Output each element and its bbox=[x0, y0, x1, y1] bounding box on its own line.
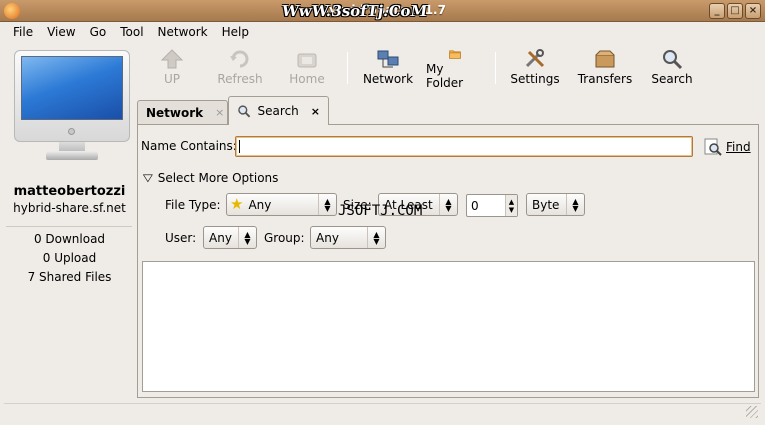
tab-search[interactable]: Search × bbox=[228, 96, 329, 125]
group-value: Any bbox=[316, 230, 339, 245]
user-label: User: bbox=[165, 231, 197, 245]
settings-label: Settings bbox=[510, 72, 560, 86]
size-value-spinner[interactable]: 0 ▲ ▼ bbox=[466, 194, 518, 217]
menu-network[interactable]: Network bbox=[151, 25, 215, 39]
toolbar: UP Refresh Home Network My Folder Settin… bbox=[140, 44, 760, 92]
home-icon bbox=[297, 53, 317, 68]
find-icon bbox=[704, 138, 722, 156]
transfers-button[interactable]: Transfers bbox=[574, 44, 636, 90]
combo-arrows-icon: ▲ ▼ bbox=[238, 227, 256, 248]
my-folder-label: My Folder bbox=[426, 62, 464, 90]
download-count: 0 Download bbox=[33, 232, 106, 246]
divider bbox=[6, 226, 132, 227]
user-value: Any bbox=[209, 230, 232, 245]
refresh-icon bbox=[230, 50, 249, 68]
find-button[interactable]: Find bbox=[703, 135, 753, 158]
name-contains-input[interactable] bbox=[235, 136, 693, 157]
tab-bar: Network × Search × bbox=[137, 96, 757, 125]
file-type-select[interactable]: ★ Any ▲ ▼ bbox=[226, 193, 337, 216]
group-select[interactable]: Any ▲ ▼ bbox=[310, 226, 386, 249]
up-arrow-icon bbox=[160, 49, 184, 69]
combo-arrows-icon: ▲ ▼ bbox=[318, 194, 336, 215]
menu-view[interactable]: View bbox=[40, 25, 82, 39]
tab-search-close-icon[interactable]: × bbox=[311, 105, 320, 118]
transfers-label: Transfers bbox=[577, 72, 633, 86]
spinner-arrows-icon[interactable]: ▲ ▼ bbox=[505, 195, 517, 216]
star-icon: ★ bbox=[230, 195, 244, 213]
search-tab-icon bbox=[238, 105, 251, 118]
network-label: Network bbox=[362, 72, 414, 86]
up-button[interactable]: UP bbox=[154, 44, 190, 90]
status-bar bbox=[4, 403, 761, 421]
file-type-label: File Type: bbox=[165, 198, 221, 212]
more-options-expander[interactable]: ▽ Select More Options bbox=[142, 171, 279, 185]
magnifier-icon bbox=[663, 50, 683, 70]
expander-arrow-icon: ▽ bbox=[142, 172, 153, 184]
network-computers-icon bbox=[377, 50, 399, 68]
size-value: 0 bbox=[471, 198, 479, 213]
title-bar: Hybrid Share 1.1.7 WwW.3sofTj.CoM _ □ × bbox=[0, 0, 765, 22]
username: matteobertozzi bbox=[13, 184, 126, 199]
watermark-mid: JSOFTJ.COM bbox=[338, 203, 423, 219]
search-results-list[interactable] bbox=[142, 261, 755, 392]
search-label: Search bbox=[651, 72, 693, 86]
network-button[interactable]: Network bbox=[362, 44, 414, 90]
package-icon bbox=[595, 50, 615, 68]
home-button[interactable]: Home bbox=[286, 44, 328, 90]
shared-files-count: 7 Shared Files bbox=[27, 270, 112, 284]
host-name: hybrid-share.sf.net bbox=[13, 201, 126, 215]
up-label: UP bbox=[163, 72, 181, 86]
toolbar-separator bbox=[347, 52, 348, 84]
settings-button[interactable]: Settings bbox=[508, 44, 562, 90]
menu-help[interactable]: Help bbox=[215, 25, 256, 39]
name-contains-label: Name Contains: bbox=[141, 139, 237, 153]
tools-icon bbox=[525, 49, 545, 68]
size-unit-select[interactable]: Byte ▲ ▼ bbox=[526, 193, 585, 216]
tab-network-label: Network bbox=[146, 105, 204, 120]
refresh-button[interactable]: Refresh bbox=[214, 44, 266, 90]
more-options-label: Select More Options bbox=[157, 171, 279, 185]
search-button[interactable]: Search bbox=[648, 44, 696, 90]
group-label: Group: bbox=[264, 231, 305, 245]
file-type-value: Any bbox=[248, 197, 272, 212]
upload-count: 0 Upload bbox=[42, 251, 97, 265]
combo-arrows-icon: ▲ ▼ bbox=[439, 194, 457, 215]
close-button[interactable]: × bbox=[745, 3, 761, 19]
tab-network-close-icon[interactable]: × bbox=[215, 106, 224, 119]
menu-bar: File View Go Tool Network Help bbox=[0, 22, 765, 41]
menu-tool[interactable]: Tool bbox=[113, 25, 150, 39]
tab-search-label: Search bbox=[257, 104, 299, 118]
combo-arrows-icon: ▲ ▼ bbox=[566, 194, 584, 215]
watermark-top: WwW.3sofTj.CoM bbox=[280, 2, 429, 20]
find-label: Find bbox=[726, 139, 751, 154]
minimize-button[interactable]: _ bbox=[709, 3, 725, 19]
size-unit-value: Byte bbox=[532, 197, 560, 212]
tab-network[interactable]: Network × bbox=[137, 100, 228, 124]
folder-icon bbox=[449, 50, 461, 59]
user-panel: matteobertozzi hybrid-share.sf.net 0 Dow… bbox=[4, 44, 135, 396]
computer-icon bbox=[14, 50, 130, 162]
combo-arrows-icon: ▲ ▼ bbox=[367, 227, 385, 248]
menu-go[interactable]: Go bbox=[83, 25, 114, 39]
refresh-label: Refresh bbox=[217, 72, 263, 86]
home-label: Home bbox=[289, 72, 325, 86]
maximize-button[interactable]: □ bbox=[727, 3, 743, 19]
resize-grip-icon[interactable] bbox=[746, 406, 758, 418]
my-folder-button[interactable]: My Folder bbox=[426, 44, 484, 90]
toolbar-separator bbox=[495, 52, 496, 84]
menu-file[interactable]: File bbox=[6, 25, 40, 39]
user-select[interactable]: Any ▲ ▼ bbox=[203, 226, 257, 249]
